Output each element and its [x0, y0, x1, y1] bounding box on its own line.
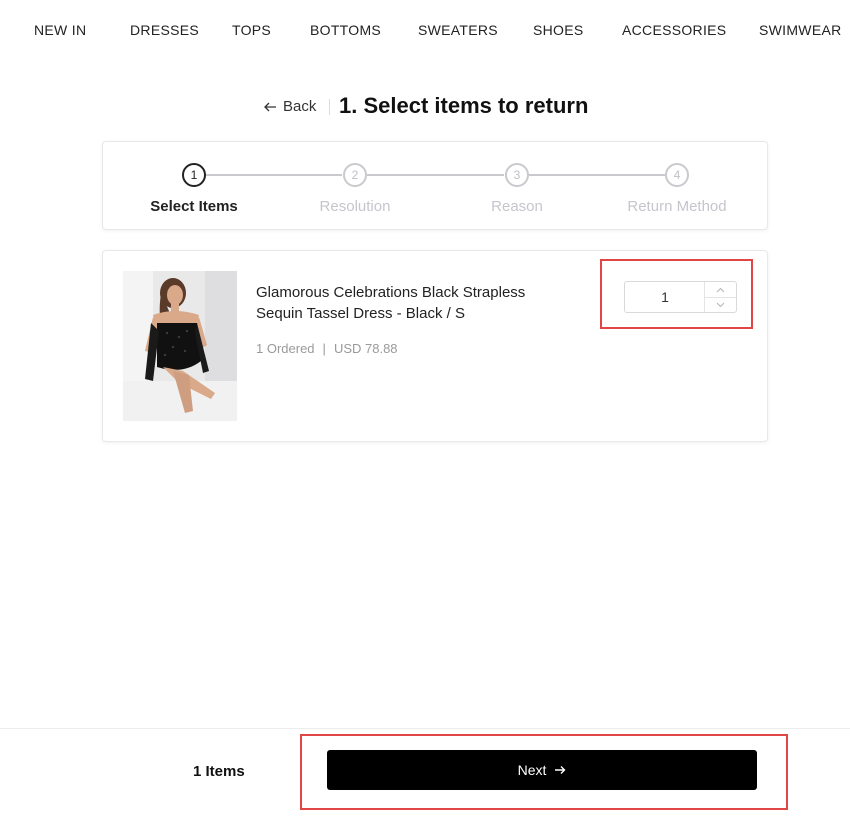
ordered-quantity: 1 Ordered — [256, 341, 315, 356]
nav-item-sweaters[interactable]: SWEATERS — [418, 22, 498, 38]
nav-item-accessories[interactable]: ACCESSORIES — [622, 22, 726, 38]
back-label: Back — [283, 98, 317, 115]
step-2-circle: 2 — [343, 163, 367, 187]
footer-bar: 1 Items Next — [0, 728, 850, 825]
quantity-increment-button[interactable] — [705, 282, 736, 297]
arrow-left-icon — [264, 102, 276, 111]
product-price: USD 78.88 — [333, 341, 398, 356]
nav-item-bottoms[interactable]: BOTTOMS — [310, 22, 381, 38]
arrow-right-icon — [555, 766, 566, 774]
progress-stepper: 1 2 3 4 Select Items Resolution Reason R… — [102, 141, 768, 230]
nav-item-shoes[interactable]: SHOES — [533, 22, 584, 38]
back-link[interactable]: Back — [263, 98, 316, 115]
quantity-decrement-button[interactable] — [705, 297, 736, 312]
step-4-circle: 4 — [665, 163, 689, 187]
page-title: 1. Select items to return — [339, 93, 589, 118]
step-4-label: Return Method — [627, 198, 727, 215]
nav-item-tops[interactable]: TOPS — [232, 22, 271, 38]
title-divider — [329, 99, 330, 115]
return-page: NEW IN DRESSES TOPS BOTTOMS SWEATERS SHO… — [0, 0, 850, 825]
nav-item-new-in[interactable]: NEW IN — [34, 22, 86, 38]
quantity-controls — [704, 282, 736, 312]
step-3-circle: 3 — [505, 163, 529, 187]
step-2-label: Resolution — [319, 198, 391, 215]
step-connector — [367, 174, 504, 176]
step-1-circle: 1 — [182, 163, 206, 187]
step-1-label: Select Items — [150, 198, 238, 215]
step-connector — [206, 174, 342, 176]
quantity-stepper[interactable]: 1 — [624, 281, 737, 313]
product-meta: 1 Ordered | USD 78.88 — [256, 341, 398, 356]
quantity-input[interactable]: 1 — [625, 282, 705, 312]
chevron-up-icon — [716, 287, 725, 292]
step-3-label: Reason — [491, 198, 543, 215]
top-navigation: NEW IN DRESSES TOPS BOTTOMS SWEATERS SHO… — [0, 0, 850, 60]
product-name: Glamorous Celebrations Black Strapless S… — [256, 284, 526, 322]
next-label: Next — [517, 762, 547, 778]
items-count: 1 Items — [193, 763, 245, 780]
meta-separator: | — [322, 341, 326, 356]
chevron-down-icon — [716, 302, 725, 308]
step-connector — [529, 174, 665, 176]
title-row: Back 1. Select items to return — [0, 92, 850, 122]
nav-item-dresses[interactable]: DRESSES — [130, 22, 199, 38]
nav-item-swimwear[interactable]: SWIMWEAR — [759, 22, 842, 38]
product-image — [123, 271, 237, 421]
next-button[interactable]: Next — [327, 750, 757, 790]
